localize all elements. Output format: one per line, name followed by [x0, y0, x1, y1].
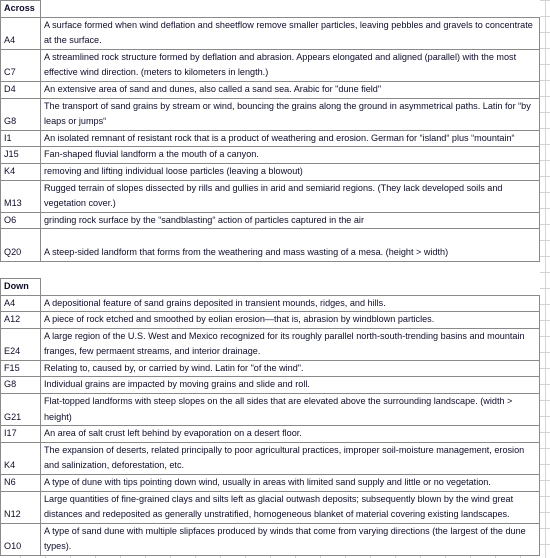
table-row[interactable]: N12 Large quantities of fine-grained cla…	[0, 490, 540, 524]
clue-number: Q20	[0, 228, 41, 262]
section-header-filler	[41, 1, 540, 18]
table-row[interactable]: M13 Rugged terrain of slopes dissected b…	[0, 179, 540, 213]
clue-number: N6	[0, 474, 41, 492]
clue-text: A surface formed when wind deflation and…	[40, 16, 540, 50]
table-row[interactable]: O10 A type of sand dune with multiple sl…	[0, 522, 540, 557]
clue-number: F15	[0, 359, 41, 378]
table-row[interactable]: K4 removing and lifting individual loose…	[0, 162, 540, 181]
clue-text: grinding rock surface by the “sandblasti…	[40, 211, 540, 230]
spacer-cell	[1, 261, 41, 278]
clue-text: A depositional feature of sand grains de…	[40, 294, 540, 313]
section-spacer-row	[1, 261, 540, 278]
table-row[interactable]: G8 Individual grains are impacted by mov…	[0, 376, 540, 395]
clue-text: A steep-sided landform that forms from t…	[40, 228, 540, 262]
section-header-down: Down	[0, 277, 540, 296]
spacer-cell	[41, 261, 540, 278]
clue-text: A large region of the U.S. West and Mexi…	[40, 327, 540, 361]
clue-number: A12	[0, 311, 41, 329]
clue-number: G8	[0, 376, 41, 395]
table-row[interactable]: F15 Relating to, caused by, or carried b…	[0, 359, 540, 378]
clue-number: O6	[0, 211, 41, 230]
clue-number: I1	[0, 129, 41, 148]
clue-number: D4	[0, 80, 41, 99]
clue-number: G8	[0, 97, 41, 131]
table-row[interactable]: G8 The transport of sand grains by strea…	[0, 97, 540, 131]
table-row[interactable]: E24 A large region of the U.S. West and …	[0, 327, 540, 361]
table-row[interactable]: D4 An extensive area of sand and dunes, …	[0, 80, 540, 99]
clue-number: O10	[0, 522, 41, 557]
table-row[interactable]: O6 grinding rock surface by the “sandbla…	[0, 211, 540, 230]
clue-text: A type of sand dune with multiple slipfa…	[40, 522, 540, 557]
section-heading-label: Down	[0, 277, 41, 296]
clue-text: A type of dune with tips pointing down w…	[40, 474, 540, 492]
clue-number: A4	[0, 16, 41, 50]
clue-text: Rugged terrain of slopes dissected by ri…	[40, 179, 540, 213]
table-row[interactable]: N6 A type of dune with tips pointing dow…	[0, 474, 540, 492]
table-row[interactable]: Q20 A steep-sided landform that forms fr…	[0, 228, 540, 262]
clue-number: J15	[0, 146, 41, 164]
section-header-across: Across	[0, 0, 540, 18]
table-row[interactable]: J15 Fan-shaped fluvial landform a the mo…	[0, 146, 540, 164]
section-header-filler	[41, 278, 540, 295]
clue-text: An isolated remnant of resistant rock th…	[40, 129, 540, 148]
clue-text: Fan-shaped fluvial landform a the mouth …	[40, 146, 540, 164]
clue-text: A streamlined rock structure formed by d…	[40, 48, 540, 82]
clue-number: K4	[0, 441, 41, 476]
clue-number: G21	[0, 393, 41, 427]
clue-number: A4	[0, 294, 41, 313]
crossword-clues-table: Across A4 A surface formed when wind def…	[0, 0, 540, 557]
clue-text: A piece of rock etched and smoothed by e…	[40, 311, 540, 329]
table-row[interactable]: C7 A streamlined rock structure formed b…	[0, 48, 540, 82]
table-row[interactable]: A4 A depositional feature of sand grains…	[0, 294, 540, 313]
table-row[interactable]: G21 Flat-topped landforms with steep slo…	[0, 393, 540, 427]
clue-text: Relating to, caused by, or carried by wi…	[40, 359, 540, 378]
clue-text: Flat-topped landforms with steep slopes …	[40, 393, 540, 427]
clue-text: An area of salt crust left behind by eva…	[40, 425, 540, 443]
table-row[interactable]: I17 An area of salt crust left behind by…	[0, 425, 540, 443]
table-row[interactable]: A4 A surface formed when wind deflation …	[0, 16, 540, 50]
clue-number: I17	[0, 425, 41, 443]
table-row[interactable]: K4 The expansion of deserts, related pri…	[0, 441, 540, 476]
clue-text: Individual grains are impacted by moving…	[40, 376, 540, 395]
clue-text: The expansion of deserts, related princi…	[40, 441, 540, 476]
clues-table-body: Across A4 A surface formed when wind def…	[0, 0, 540, 557]
clue-number: C7	[0, 48, 41, 82]
clue-number: E24	[0, 327, 41, 361]
clue-text: Large quantities of fine-grained clays a…	[40, 490, 540, 524]
clue-text: removing and lifting individual loose pa…	[40, 162, 540, 181]
clue-text: The transport of sand grains by stream o…	[40, 97, 540, 131]
clue-number: K4	[0, 162, 41, 181]
clue-text: An extensive area of sand and dunes, als…	[40, 80, 540, 99]
spreadsheet-canvas: Across A4 A surface formed when wind def…	[0, 0, 550, 558]
section-heading-label: Across	[0, 0, 41, 18]
clue-number: M13	[0, 179, 41, 213]
table-row[interactable]: A12 A piece of rock etched and smoothed …	[0, 311, 540, 329]
clue-number: N12	[0, 490, 41, 524]
table-row[interactable]: I1 An isolated remnant of resistant rock…	[0, 129, 540, 148]
